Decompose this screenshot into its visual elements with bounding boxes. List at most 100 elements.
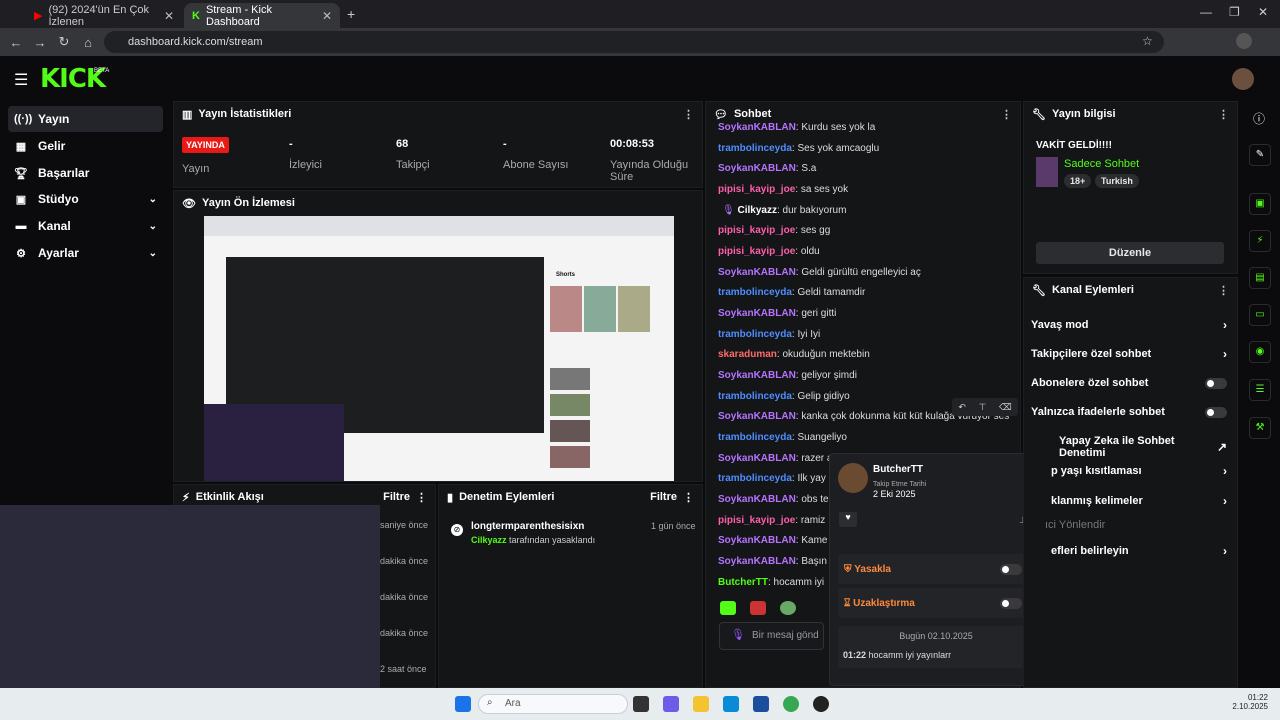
action-ai-moderation[interactable]: Yapay Zeka ile Sohbet Denetimi ↗ [1059, 435, 1227, 459]
reload-icon[interactable]: ↻ [52, 34, 76, 50]
chat-username[interactable]: pipisi_kayip_joe [718, 515, 795, 526]
chat-message[interactable]: trambolinceyda: Ses yok amcaoglu [718, 143, 879, 154]
task-view-icon[interactable] [633, 696, 649, 712]
chrome-icon[interactable] [783, 696, 799, 712]
nav-item-gelir[interactable]: ▦ Gelir [8, 133, 163, 159]
more-options-icon[interactable]: ⋮ [1218, 284, 1229, 297]
chat-message[interactable]: pipisi_kayip_joe: oldu [718, 246, 820, 257]
heart-icon[interactable]: ♥ [839, 512, 857, 527]
chat-message[interactable]: SoykanKABLAN: razer a [718, 453, 832, 464]
broadcast-icon[interactable]: ◉ [1249, 341, 1271, 363]
nav-item-studyo[interactable]: ▣ Stüdyo ⌄ [8, 186, 163, 212]
chat-message[interactable]: trambolinceyda: Geldi tamamdir [718, 287, 865, 298]
action-age-restriction[interactable]: p yaşı kısıtlaması › [1051, 464, 1227, 478]
url-field[interactable]: dashboard.kick.com/stream [104, 31, 1164, 53]
chat-username[interactable]: SoykanKABLAN [718, 494, 796, 505]
moderation-user[interactable]: longtermparenthesisixn [471, 521, 584, 532]
wrench-icon[interactable]: ⚒ [1249, 417, 1271, 439]
chat-message[interactable]: pipisi_kayip_joe: ramiz [718, 515, 825, 526]
edit-button[interactable]: Düzenle [1036, 242, 1224, 264]
document-icon[interactable]: ▤ [1249, 267, 1271, 289]
chat-username[interactable]: trambolinceyda [718, 143, 792, 154]
close-window-icon[interactable]: ✕ [1258, 5, 1268, 19]
more-options-icon[interactable]: ⋮ [683, 108, 694, 121]
chat-message[interactable]: SoykanKABLAN: geliyor şimdi [718, 370, 857, 381]
chat-username[interactable]: SoykanKABLAN [718, 267, 796, 278]
chat-username[interactable]: trambolinceyda [718, 391, 792, 402]
moderation-filter-button[interactable]: Filtre [650, 491, 677, 503]
ban-toggle[interactable] [1000, 563, 1022, 575]
chat-bubble-icon[interactable]: ▭ [1249, 304, 1271, 326]
info-icon[interactable]: ⓘ [1253, 110, 1265, 127]
chat-username[interactable]: SoykanKABLAN [718, 556, 796, 567]
chat-message[interactable]: pipisi_kayip_joe: sa ses yok [718, 184, 848, 195]
clock[interactable]: 01:22 2.10.2025 [1222, 693, 1268, 711]
obs-icon[interactable] [813, 696, 829, 712]
file-explorer-icon[interactable] [693, 696, 709, 712]
chat-username[interactable]: pipisi_kayip_joe [718, 225, 795, 236]
browser-tab-kick[interactable]: K Stream - Kick Dashboard ✕ [184, 3, 340, 28]
chat-message[interactable]: trambolinceyda: Iyi Iyi [718, 329, 820, 340]
chat-message[interactable]: 🎙︎ Cilkyazz: dur bakıyorum [722, 205, 846, 216]
edge-icon[interactable] [723, 696, 739, 712]
chat-username[interactable]: SoykanKABLAN [718, 411, 796, 422]
maximize-icon[interactable]: ❐ [1229, 5, 1240, 19]
action-set-goals[interactable]: efleri belirleyin › [1051, 544, 1227, 558]
chat-message[interactable]: SoykanKABLAN: Kame [718, 535, 827, 546]
action-subscribers-only[interactable]: Abonelere özel sohbet [1031, 377, 1227, 389]
chat-username[interactable]: SoykanKABLAN [718, 453, 796, 464]
more-options-icon[interactable]: ⋮ [1218, 108, 1229, 121]
chat-username[interactable]: trambolinceyda [718, 473, 792, 484]
home-icon[interactable]: ⌂ [76, 35, 100, 50]
stream-preview-video[interactable]: Shorts [204, 216, 674, 481]
chat-username[interactable]: trambolinceyda [718, 432, 792, 443]
chat-username[interactable]: SoykanKABLAN [718, 308, 796, 319]
taskbar-search[interactable]: Ara [478, 694, 628, 714]
chat-message[interactable]: trambolinceyda: Gelip gidiyo [718, 391, 850, 402]
emote-only-toggle[interactable] [1205, 406, 1227, 418]
layout-icon[interactable]: ☰ [1249, 379, 1271, 401]
more-options-icon[interactable]: ⋮ [1001, 108, 1012, 121]
chat-username[interactable]: pipisi_kayip_joe [718, 246, 795, 257]
back-icon[interactable]: ← [4, 35, 28, 50]
chat-username[interactable]: trambolinceyda [718, 287, 792, 298]
emote-icon[interactable] [780, 601, 796, 615]
chat-username[interactable]: Cilkyazz [737, 205, 776, 216]
timeout-user-row[interactable]: ⌛︎ Uzaklaştırma [838, 588, 1034, 618]
chat-message[interactable]: SoykanKABLAN: Başın [718, 556, 827, 567]
profile-avatar[interactable] [1236, 33, 1252, 49]
windows-start-icon[interactable] [455, 696, 471, 712]
chat-message[interactable]: ButcherTT: hocamm iyi [718, 577, 824, 588]
chat-username[interactable]: SoykanKABLAN [718, 535, 796, 546]
store-icon[interactable] [753, 696, 769, 712]
microphone-icon[interactable]: 🎙︎ [731, 628, 745, 641]
more-options-icon[interactable]: ⋮ [416, 491, 427, 504]
chat-username[interactable]: SoykanKABLAN [718, 370, 796, 381]
chat-username[interactable]: SoykanKABLAN [718, 122, 796, 133]
chat-message[interactable]: SoykanKABLAN: Geldi gürültü engelleyici … [718, 267, 921, 278]
action-followers-only[interactable]: Takipçilere özel sohbet › [1031, 347, 1227, 361]
camera-icon[interactable]: ▣ [1249, 193, 1271, 215]
emote-icon[interactable] [750, 601, 766, 615]
lightning-icon[interactable]: ⚡︎ [1249, 230, 1271, 252]
emote-icon[interactable] [720, 601, 736, 615]
chat-message[interactable]: SoykanKABLAN: geri gitti [718, 308, 836, 319]
bookmark-star-icon[interactable]: ☆ [1142, 34, 1153, 48]
activity-filter-button[interactable]: Filtre [383, 491, 410, 503]
chat-message[interactable]: trambolinceyda: Suangeliyo [718, 432, 847, 443]
copilot-icon[interactable] [663, 696, 679, 712]
menu-icon[interactable]: ☰ [14, 70, 28, 90]
subscribers-only-toggle[interactable] [1205, 377, 1227, 389]
more-options-icon[interactable]: ⋮ [683, 491, 694, 504]
nav-item-basarilar[interactable]: 🏆︎ Başarılar [8, 160, 163, 186]
new-tab-icon[interactable]: + [347, 6, 355, 22]
user-avatar[interactable] [1232, 68, 1254, 90]
chat-message[interactable]: trambolinceyda: Ilk yay [718, 473, 826, 484]
nav-item-kanal[interactable]: ▬ Kanal ⌄ [8, 213, 163, 239]
trash-icon[interactable]: ⌫ [999, 402, 1012, 413]
chat-message[interactable]: SoykanKABLAN: obs te [718, 494, 829, 505]
chat-username[interactable]: skaraduman [718, 349, 777, 360]
chat-message[interactable]: SoykanKABLAN: S.a [718, 163, 816, 174]
chat-message[interactable]: SoykanKABLAN: Kurdu ses yok la [718, 122, 875, 133]
chat-message[interactable]: pipisi_kayip_joe: ses gg [718, 225, 830, 236]
